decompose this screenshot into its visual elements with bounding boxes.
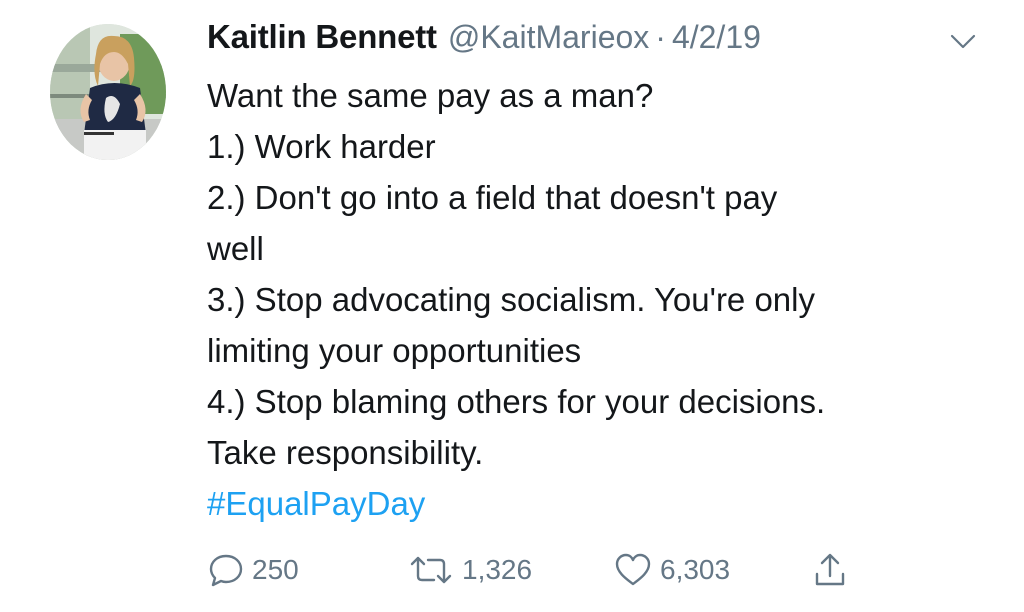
share-icon [815, 553, 845, 586]
chevron-down-icon[interactable] [946, 30, 980, 54]
avatar[interactable] [50, 24, 166, 160]
tweet-text-line: 1.) Work harder [207, 128, 436, 165]
tweet-header: Kaitlin Bennett @KaitMarieox · 4/2/19 [207, 18, 761, 68]
separator-dot: · [655, 19, 666, 55]
author-name[interactable]: Kaitlin Bennett [207, 18, 437, 56]
heart-icon [615, 553, 651, 586]
retweet-icon [410, 556, 452, 584]
tweet-card: Kaitlin Bennett @KaitMarieox · 4/2/19 Wa… [0, 0, 1024, 612]
author-handle[interactable]: @KaitMarieox [448, 19, 649, 56]
like-count: 6,303 [660, 554, 731, 585]
tweet-text-line: Take responsibility. [207, 434, 484, 471]
tweet-text-line: well [207, 230, 264, 267]
avatar-photo-icon [50, 24, 166, 160]
retweet-count: 1,326 [462, 554, 533, 585]
reply-button[interactable]: 250 [206, 550, 299, 590]
share-button[interactable] [810, 550, 850, 590]
tweet-text-line: 4.) Stop blaming others for your decisio… [207, 383, 826, 420]
tweet-date[interactable]: 4/2/19 [672, 19, 761, 56]
like-button[interactable]: 6,303 [612, 550, 730, 590]
tweet-text: Want the same pay as a man? 1.) Work har… [207, 70, 1007, 529]
tweet-text-line: limiting your opportunities [207, 332, 582, 369]
reply-count: 250 [252, 554, 299, 585]
hashtag-link[interactable]: #EqualPayDay [207, 485, 425, 522]
tweet-text-line: 2.) Don't go into a field that doesn't p… [207, 179, 778, 216]
retweet-button[interactable]: 1,326 [406, 550, 532, 590]
reply-bubble-icon [209, 554, 243, 587]
tweet-text-line: Want the same pay as a man? [207, 77, 654, 114]
tweet-text-line: 3.) Stop advocating socialism. You're on… [207, 281, 815, 318]
